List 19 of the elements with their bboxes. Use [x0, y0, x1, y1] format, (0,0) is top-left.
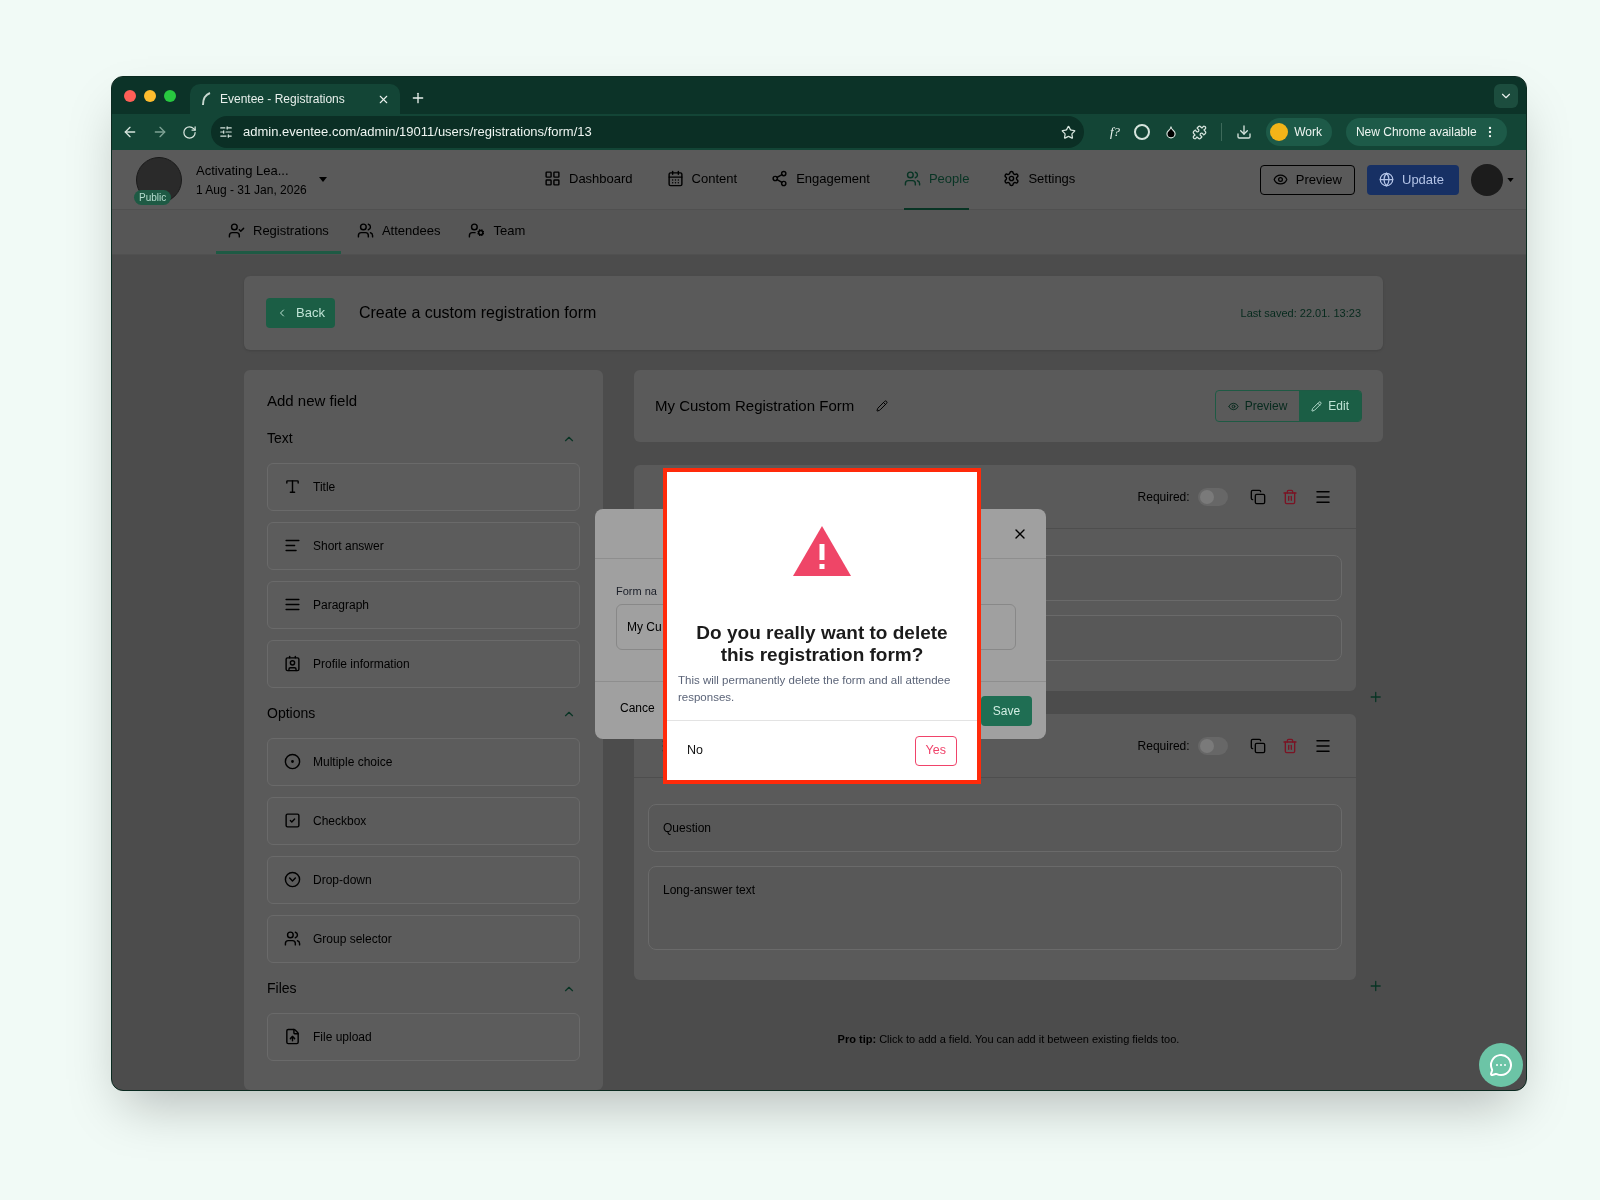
update-notice: New Chrome available	[1355, 124, 1477, 142]
page-title: Create a custom registration form	[358, 303, 597, 323]
form-name-label: Form na	[616, 584, 657, 599]
last-saved-text: Last saved: 22.01. 13:23	[1240, 305, 1361, 321]
required-label: Required:	[1137, 737, 1190, 755]
tab-title: Eventee - Registrations	[220, 91, 345, 108]
form-name: My Custom Registration Form	[655, 395, 855, 416]
event-name: Activating Lea...	[196, 162, 290, 181]
section-title: Files	[267, 979, 297, 998]
dialog-title: Do you really want to delete this registration form?	[695, 622, 949, 666]
required-label: Required:	[1137, 488, 1190, 506]
url-text: admin.eventee.com/admin/19011/users/registrations/form/13	[243, 123, 592, 142]
section-title: Options	[267, 704, 316, 723]
section-title: Text	[267, 429, 293, 448]
palette-title: Add new field	[267, 391, 359, 411]
pro-tip-text: Pro tip: Click to add a field. You can add it between existing fields too.	[837, 1033, 1180, 1045]
profile-name: Work	[1294, 124, 1322, 142]
dialog-message: This will permanently delete the form and all attendee responses.	[677, 673, 952, 705]
event-dates: 1 Aug - 31 Jan, 2026	[196, 181, 307, 199]
